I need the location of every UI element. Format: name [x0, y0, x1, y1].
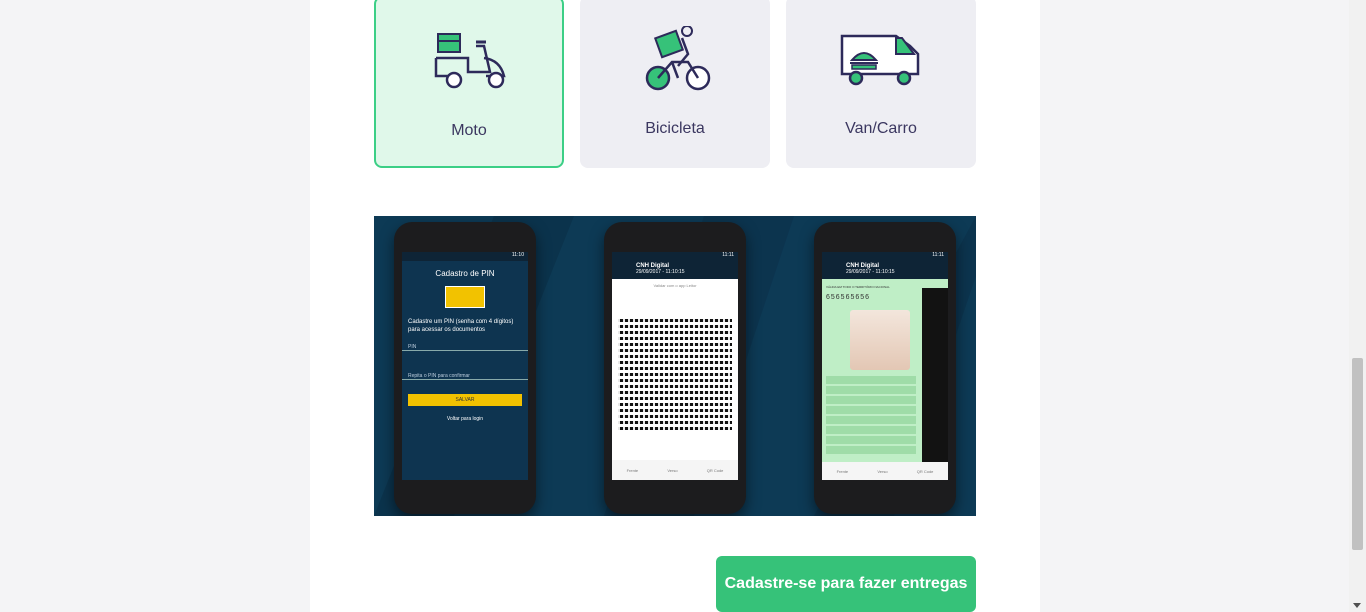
phone-pin: 11:10 Cadastro de PIN Cadastre um PIN (s… — [394, 222, 536, 514]
van-icon — [840, 34, 920, 86]
doc-number: 656565656 — [826, 294, 871, 301]
vehicle-label: Van/Carro — [845, 120, 917, 137]
signup-delivery-button[interactable]: Cadastre-se para fazer entregas — [716, 556, 976, 612]
page-scrollbar[interactable] — [1349, 0, 1366, 612]
back-link: Voltar para login — [446, 416, 484, 422]
license-strip — [922, 288, 948, 464]
bottom-tabs: Frente Verso QR Code — [612, 460, 738, 480]
tab-qrcode: QR Code — [706, 467, 724, 473]
pin-confirm-input: Repita o PIN para confirmar — [402, 373, 528, 380]
tab-back: Verso — [877, 468, 888, 474]
tab-front: Frente — [626, 467, 639, 473]
save-button: SALVAR — [408, 394, 522, 406]
pin-title: Cadastro de PIN — [435, 269, 495, 278]
moto-icon — [434, 33, 506, 89]
valid-text: VÁLIDA EM TODO O TERRITÓRIO NACIONAL — [826, 285, 890, 289]
qr-code — [618, 316, 732, 430]
status-time: 11:11 — [612, 252, 738, 261]
vehicle-option-van[interactable]: Van/Carro — [786, 0, 976, 168]
bicycle-icon — [645, 26, 711, 91]
pin-input: PIN — [402, 344, 528, 351]
bottom-tabs: Frente Verso QR Code — [822, 462, 948, 480]
promo-image: 11:10 Cadastro de PIN Cadastre um PIN (s… — [374, 216, 976, 516]
status-time: 11:10 — [402, 252, 528, 261]
app-subtitle: 29/09/2017 - 11:10:15 — [636, 269, 685, 275]
tab-front: Frente — [836, 468, 849, 474]
scrollbar-thumb[interactable] — [1352, 358, 1363, 550]
id-card-icon — [445, 286, 485, 308]
vehicle-option-bicycle[interactable]: Bicicleta — [580, 0, 770, 168]
tab-back: Verso — [667, 467, 678, 473]
vehicle-label: Bicicleta — [645, 120, 705, 137]
license-fields — [826, 374, 916, 454]
app-subtitle: 29/09/2017 - 11:10:15 — [846, 269, 895, 275]
page-content: Moto Bicicleta Van/Carro 11:10 Cadastro … — [310, 0, 1040, 612]
vehicle-label: Moto — [451, 122, 487, 139]
phone-license: 11:11 CNH Digital 29/09/2017 - 11:10:15 … — [814, 222, 956, 514]
scroll-down-arrow-icon[interactable] — [1353, 603, 1361, 608]
validate-text: Validar com o app Leitor — [653, 283, 697, 288]
pin-instruction: Cadastre um PIN (senha com 4 dígitos) pa… — [408, 319, 514, 333]
status-time: 11:11 — [822, 252, 948, 261]
license-photo — [850, 310, 910, 370]
phone-qrcode: 11:11 CNH Digital 29/09/2017 - 11:10:15 … — [604, 222, 746, 514]
tab-qrcode: QR Code — [916, 468, 934, 474]
vehicle-option-moto[interactable]: Moto — [374, 0, 564, 168]
